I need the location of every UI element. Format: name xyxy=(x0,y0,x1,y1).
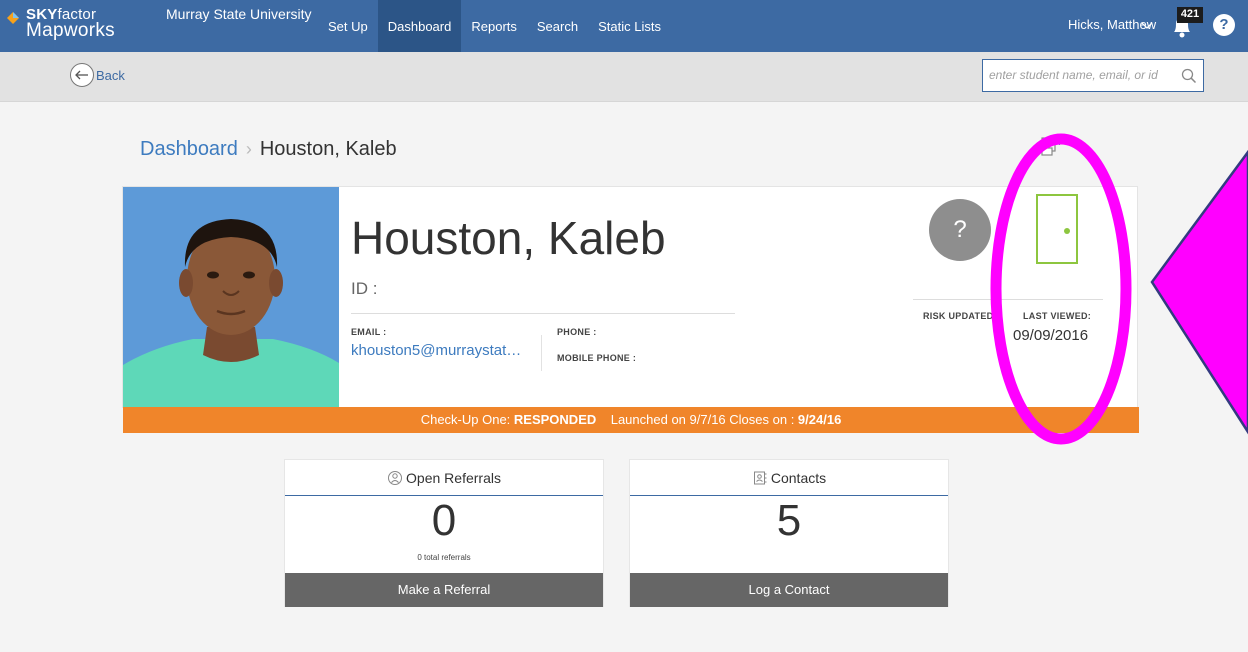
annotation-highlight-ellipse xyxy=(990,133,1132,445)
annotation-pointer-arrow xyxy=(1150,149,1248,435)
annotation-overlay xyxy=(990,133,1248,445)
